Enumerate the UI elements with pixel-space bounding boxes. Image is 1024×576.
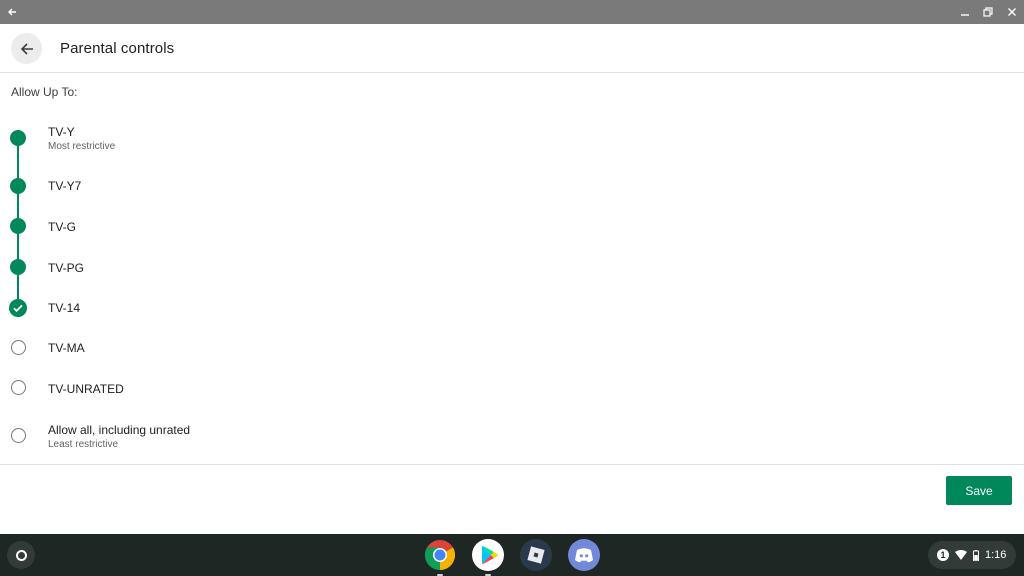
rating-name: TV-Y7 [48,179,82,193]
rating-option-tv-unrated[interactable]: TV-UNRATED [0,372,1024,404]
launcher-button[interactable] [7,541,35,569]
rating-subtitle: Least restrictive [48,439,119,450]
play-store-icon[interactable] [472,539,504,571]
radio-empty-icon [11,428,26,443]
rating-option-tv-g[interactable]: TV-G [0,210,1024,242]
rating-subtitle: Most restrictive [48,141,116,152]
radio-empty-icon [11,340,26,355]
footer-divider [0,464,1024,465]
restore-icon[interactable] [976,0,1000,24]
rating-name: Allow all, including unrated [48,423,191,437]
battery-icon [973,549,979,561]
save-button[interactable]: Save [946,476,1012,505]
allow-up-to-label: Allow Up To: [11,85,78,99]
rating-option-tv-ma[interactable]: TV-MA [0,332,1024,364]
status-tray[interactable]: 1 1:16 [928,541,1016,569]
check-icon [13,304,23,313]
window-title-bar [0,0,1024,24]
rating-option-tv-14[interactable]: TV-14 [0,291,1024,323]
rating-marker-filled [10,218,26,234]
wifi-icon [955,550,967,560]
minimize-icon[interactable] [953,0,977,24]
rating-name: TV-G [48,220,77,234]
rating-option-tv-y[interactable]: TV-Y Most restrictive [0,120,1024,162]
back-button[interactable] [11,33,42,64]
rating-name: TV-Y [48,125,75,139]
notification-count-badge: 1 [937,549,949,561]
roblox-icon[interactable] [520,539,552,571]
rating-marker-filled [10,130,26,146]
rating-option-tv-pg[interactable]: TV-PG [0,251,1024,283]
app-bar: Parental controls [0,24,1024,73]
rating-name: TV-MA [48,341,85,355]
arrow-back-icon [20,42,33,55]
rating-marker-selected [9,299,27,317]
chrome-icon[interactable] [424,539,456,571]
discord-icon[interactable] [568,539,600,571]
rating-name: TV-PG [48,261,85,275]
rating-marker-filled [10,178,26,194]
system-shelf: 1 1:16 [0,534,1024,576]
window-back-icon[interactable] [0,0,24,24]
launcher-icon [15,549,27,561]
close-icon[interactable] [1000,0,1024,24]
rating-name: TV-UNRATED [48,382,124,396]
page-title: Parental controls [60,40,175,57]
radio-empty-icon [11,380,26,395]
clock: 1:16 [985,549,1007,561]
rating-name: TV-14 [48,301,81,315]
rating-option-allow-all[interactable]: Allow all, including unrated Least restr… [0,418,1024,460]
rating-marker-filled [10,259,26,275]
rating-option-tv-y7[interactable]: TV-Y7 [0,170,1024,202]
